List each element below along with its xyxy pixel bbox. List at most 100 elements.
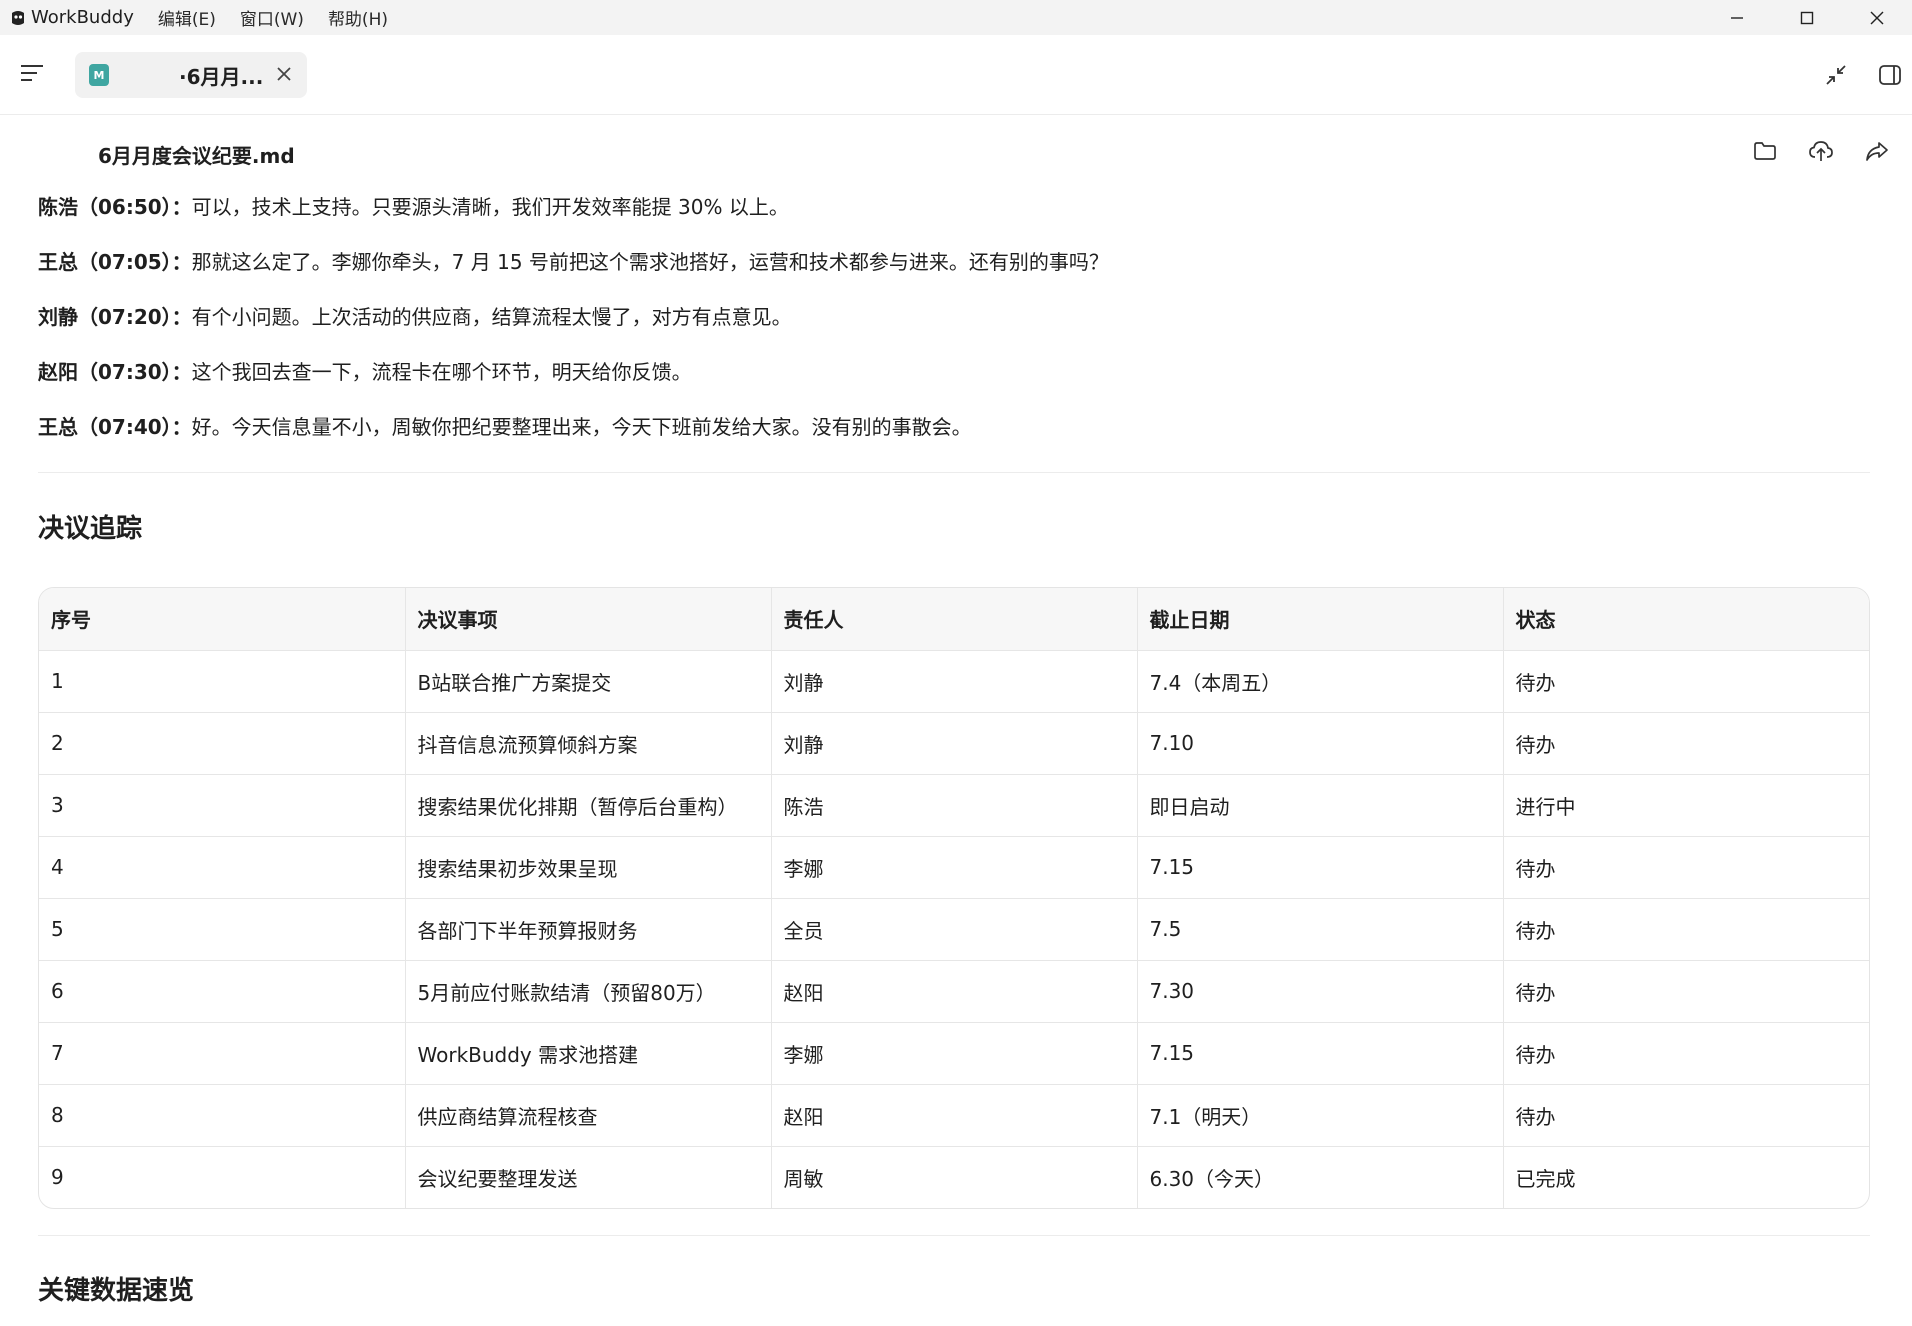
- table-cell: 李娜: [771, 1022, 1138, 1085]
- title-bar: WorkBuddy 编辑(E) 窗口(W) 帮助(H): [0, 0, 1912, 35]
- table-cell: 陈浩: [771, 774, 1138, 837]
- column-header: 状态: [1503, 588, 1869, 651]
- table-cell: 7.1（明天）: [1137, 1084, 1504, 1147]
- table-cell: 搜索结果初步效果呈现: [405, 836, 772, 899]
- table-cell: 6.30（今天）: [1137, 1146, 1504, 1208]
- table-row: 8 供应商结算流程核查 赵阳 7.1（明天） 待办: [39, 1084, 1869, 1147]
- table-cell: 7.5: [1137, 898, 1504, 961]
- markdown-file-icon: M: [89, 64, 109, 86]
- speech-text: 可以，技术上支持。只要源头清晰，我们开发效率能提 30% 以上。: [191, 195, 789, 219]
- decisions-table: 序号 决议事项 责任人 截止日期 状态 1 B站联合推广方案提交 刘静 7.4（本周五…: [38, 587, 1870, 1209]
- document-filename: 6月月度会议纪要.md: [98, 144, 295, 168]
- table-row: 4 搜索结果初步效果呈现 李娜 7.15 待办: [39, 836, 1869, 899]
- transcript-line: 王总（07:05）：那就这么定了。李娜你牵头，7 月 15 号前把这个需求池搭好…: [38, 245, 1878, 300]
- table-cell: 搜索结果优化排期（暂停后台重构）: [405, 774, 772, 837]
- table-cell: 7.10: [1137, 712, 1504, 775]
- table-cell: 进行中: [1503, 774, 1869, 837]
- table-cell: 赵阳: [771, 1084, 1138, 1147]
- table-row: 3 搜索结果优化排期（暂停后台重构） 陈浩 即日启动 进行中: [39, 774, 1869, 837]
- app-logo-icon: [8, 8, 27, 27]
- table-cell: WorkBuddy 需求池搭建: [405, 1022, 772, 1085]
- transcript-line: 陈浩（06:50）：可以，技术上支持。只要源头清晰，我们开发效率能提 30% 以…: [38, 190, 1878, 245]
- menu-icon[interactable]: [20, 63, 44, 83]
- table-cell: 供应商结算流程核查: [405, 1084, 772, 1147]
- table-cell: 待办: [1503, 960, 1869, 1023]
- table-cell: 已完成: [1515, 1166, 1576, 1191]
- column-header: 决议事项: [405, 588, 772, 651]
- menu-window[interactable]: 窗口(W): [240, 5, 304, 30]
- maximize-button[interactable]: [1772, 0, 1842, 35]
- table-cell: 7.4（本周五）: [1137, 650, 1504, 713]
- column-header: 截止日期: [1137, 588, 1504, 651]
- table-row: 9 会议纪要整理发送 周敏 6.30（今天） 已完成: [39, 1146, 1869, 1208]
- collapse-icon[interactable]: [1824, 63, 1848, 87]
- table-row: 6 5月前应付账款结清（预留80万） 赵阳 7.30 待办: [39, 960, 1869, 1023]
- table-cell: 刘静: [771, 712, 1138, 775]
- table-cell: 5: [39, 898, 406, 961]
- table-cell: 待办: [1503, 1022, 1869, 1085]
- table-row: 1 B站联合推广方案提交 刘静 7.4（本周五） 待办: [39, 650, 1869, 713]
- table-row: 2 抖音信息流预算倾斜方案 刘静 7.10 待办: [39, 712, 1869, 775]
- close-window-button[interactable]: [1842, 0, 1912, 35]
- table-cell: 6: [39, 960, 406, 1023]
- side-panel-icon[interactable]: [1878, 63, 1902, 87]
- table-cell: 3: [39, 774, 406, 837]
- table-cell: 即日启动: [1137, 774, 1504, 837]
- table-cell: 8: [39, 1084, 406, 1147]
- window-controls: [1702, 0, 1912, 35]
- table-cell: 待办: [1503, 836, 1869, 899]
- speech-text: 好。今天信息量不小，周敏你把纪要整理出来，今天下班前发给大家。没有别的事散会。: [191, 415, 972, 439]
- minimize-button[interactable]: [1702, 0, 1772, 35]
- close-icon[interactable]: [275, 65, 293, 83]
- table-cell: 1: [39, 650, 406, 713]
- table-header-row: 序号 决议事项 责任人 截止日期 状态: [39, 588, 1869, 651]
- table-cell: 7.15: [1137, 836, 1504, 899]
- speaker-label: 王总（07:05）：: [38, 250, 192, 274]
- speaker-label: 刘静（07:20）：: [38, 305, 192, 329]
- table-cell: 7.15: [1137, 1022, 1504, 1085]
- table-cell: 赵阳: [771, 960, 1138, 1023]
- table-cell: 抖音信息流预算倾斜方案: [405, 712, 772, 775]
- table-cell: 2: [39, 712, 406, 775]
- document-actions: [1752, 138, 1890, 164]
- speaker-label: 陈浩（06:50）：: [38, 195, 192, 219]
- tab-title: ·6月月...: [179, 64, 264, 89]
- speaker-label: 赵阳（07:30）：: [38, 360, 192, 384]
- table-cell: 会议纪要整理发送: [405, 1146, 772, 1208]
- table-cell: 7: [39, 1022, 406, 1085]
- table-cell: 待办: [1503, 898, 1869, 961]
- table-cell: 5月前应付账款结清（预留80万）: [405, 960, 772, 1023]
- table-row: 7 WorkBuddy 需求池搭建 李娜 7.15 待办: [39, 1022, 1869, 1085]
- decisions-section-title: 决议追踪: [38, 514, 143, 544]
- folder-icon[interactable]: [1752, 138, 1778, 164]
- table-cell: 李娜: [771, 836, 1138, 899]
- share-icon[interactable]: [1864, 138, 1890, 164]
- menu-help[interactable]: 帮助(H): [328, 5, 388, 30]
- table-row: 5 各部门下半年预算报财务 全员 7.5 待办: [39, 898, 1869, 961]
- key-data-section-title: 关键数据速览: [38, 1276, 195, 1306]
- transcript-line: 王总（07:40）：好。今天信息量不小，周敏你把纪要整理出来，今天下班前发给大家…: [38, 410, 1878, 465]
- speech-text: 有个小问题。上次活动的供应商，结算流程太慢了，对方有点意见。: [191, 305, 792, 329]
- table-cell: 各部门下半年预算报财务: [405, 898, 772, 961]
- tab-meeting-notes[interactable]: M ·6月月...: [75, 52, 307, 98]
- menu-edit[interactable]: 编辑(E): [158, 5, 216, 30]
- speech-text: 这个我回去查一下，流程卡在哪个环节，明天给你反馈。: [191, 360, 692, 384]
- speaker-label: 王总（07:40）：: [38, 415, 192, 439]
- column-header: 责任人: [771, 588, 1138, 651]
- column-header: 序号: [39, 588, 406, 651]
- table-cell: 周敏: [771, 1146, 1138, 1208]
- table-cell: 7.30: [1137, 960, 1504, 1023]
- table-cell: 待办: [1503, 1084, 1869, 1147]
- tab-bar: M ·6月月...: [0, 35, 1912, 115]
- speech-text: 那就这么定了。李娜你牵头，7 月 15 号前把这个需求池搭好，运营和技术都参与进…: [191, 250, 1109, 274]
- app-name: WorkBuddy: [31, 7, 134, 28]
- table-cell: 待办: [1503, 650, 1869, 713]
- transcript-line: 赵阳（07:30）：这个我回去查一下，流程卡在哪个环节，明天给你反馈。: [38, 355, 1878, 410]
- table-cell: 全员: [771, 898, 1138, 961]
- upload-cloud-icon[interactable]: [1808, 138, 1834, 164]
- table-cell: 刘静: [771, 650, 1138, 713]
- table-cell: B站联合推广方案提交: [405, 650, 772, 713]
- section-divider: [38, 472, 1870, 473]
- table-cell: 待办: [1503, 712, 1869, 775]
- table-cell: 4: [39, 836, 406, 899]
